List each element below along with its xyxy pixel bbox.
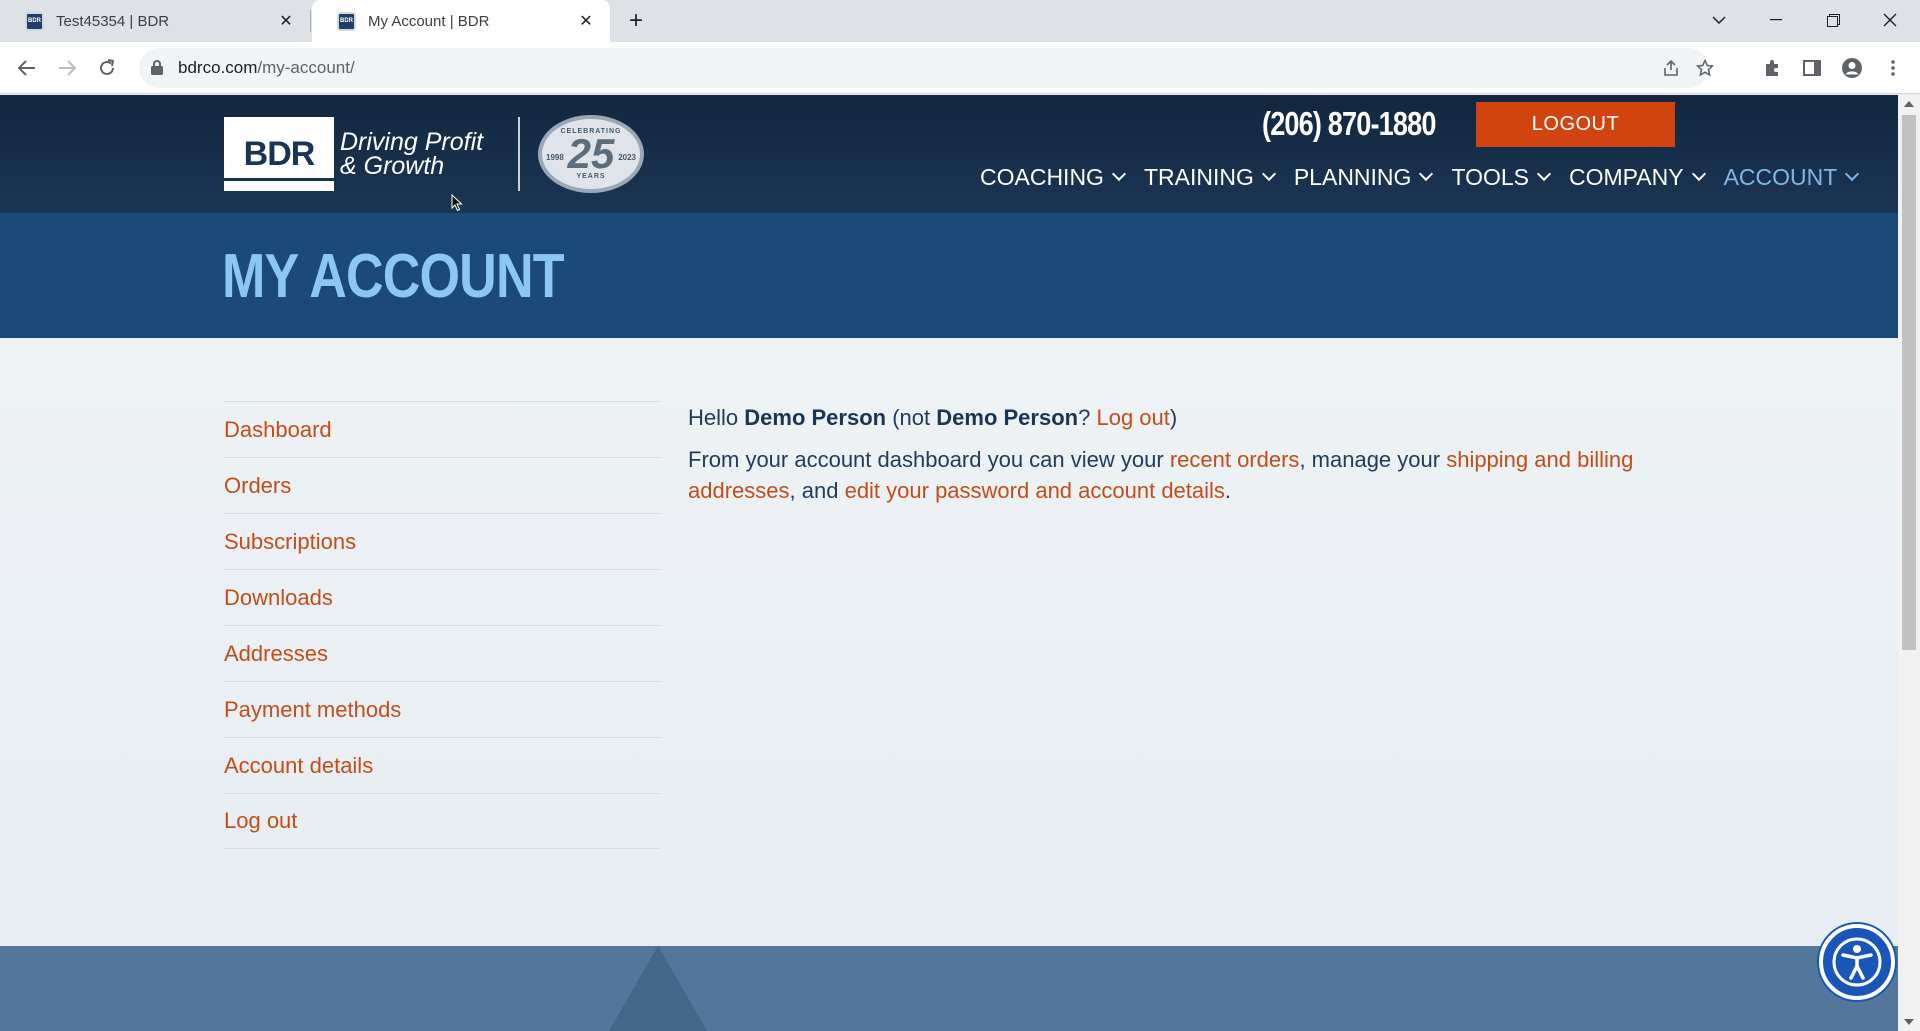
anniversary-seal-icon: CELEBRATING 25 YEARS 1998 2023 [538, 115, 644, 193]
tab-title: My Account | BDR [368, 12, 490, 30]
forward-arrow-icon[interactable] [52, 53, 82, 83]
site-header: BDR Driving Profit & Growth CELEBRATING … [0, 95, 1898, 213]
browser-tab-active[interactable]: BDR My Account | BDR ✕ [312, 0, 610, 42]
minimize-icon[interactable] [1756, 4, 1796, 36]
scroll-up-arrow-icon[interactable] [1904, 101, 1914, 107]
accessibility-widget-button[interactable] [1819, 924, 1895, 1000]
chevron-down-icon [1845, 166, 1860, 182]
scroll-down-arrow-icon[interactable] [1904, 1019, 1914, 1025]
side-panel-icon[interactable] [1799, 55, 1825, 81]
lock-icon[interactable] [151, 60, 163, 75]
nav-coaching[interactable]: COACHING [980, 161, 1127, 193]
chevron-down-icon [1536, 166, 1552, 182]
browser-toolbar: bdrco.com/my-account/ [0, 42, 1920, 94]
browser-tab-bar: BDR Test45354 | BDR ✕ BDR My Account | B… [0, 0, 1920, 42]
reload-icon[interactable] [92, 53, 122, 83]
restore-icon[interactable] [1813, 4, 1853, 36]
account-nav-subscriptions[interactable]: Subscriptions [224, 513, 661, 569]
account-navigation: Dashboard Orders Subscriptions Downloads… [224, 401, 661, 849]
site-footer [0, 946, 1898, 1031]
page-title: MY ACCOUNT [222, 242, 565, 311]
more-menu-icon[interactable] [1880, 55, 1906, 81]
close-icon[interactable]: ✕ [276, 11, 296, 31]
scrollbar-thumb[interactable] [1902, 115, 1916, 650]
main-nav: COACHING TRAINING PLANNING TOOLS COMPANY… [980, 161, 1877, 193]
logo-wordmark: BDR [224, 117, 334, 191]
close-window-icon[interactable] [1870, 4, 1910, 36]
account-nav-downloads[interactable]: Downloads [224, 569, 661, 625]
chevron-down-icon [1419, 166, 1434, 182]
mouse-cursor-icon [451, 194, 463, 212]
account-nav-account-details[interactable]: Account details [224, 737, 661, 793]
nav-tools[interactable]: TOOLS [1451, 161, 1552, 193]
account-content: Dashboard Orders Subscriptions Downloads… [0, 338, 1898, 946]
close-icon[interactable]: ✕ [576, 11, 596, 31]
accessibility-person-icon [1832, 937, 1882, 987]
account-nav-orders[interactable]: Orders [224, 457, 661, 513]
logout-link[interactable]: Log out [1096, 405, 1169, 430]
bdr-favicon-icon: BDR [25, 11, 44, 31]
greeting: Hello Demo Person (not Demo Person? Log … [688, 405, 1178, 430]
account-nav-log-out[interactable]: Log out [224, 793, 661, 849]
page-viewport: BDR Driving Profit & Growth CELEBRATING … [0, 95, 1898, 1031]
page-hero: MY ACCOUNT [0, 213, 1898, 338]
url-text[interactable]: bdrco.com/my-account/ [178, 58, 355, 78]
new-tab-plus-icon[interactable]: + [623, 9, 649, 35]
browser-tab[interactable]: BDR Test45354 | BDR ✕ [0, 0, 310, 42]
nav-account[interactable]: ACCOUNT [1724, 161, 1860, 193]
chevron-down-icon [1111, 166, 1127, 182]
bookmark-star-icon[interactable] [1693, 56, 1717, 80]
tab-search-chevron-icon[interactable] [1699, 4, 1739, 36]
tab-title: Test45354 | BDR [56, 12, 170, 30]
back-arrow-icon[interactable] [12, 53, 42, 83]
bdr-logo[interactable]: BDR Driving Profit & Growth CELEBRATING … [224, 115, 644, 193]
profile-avatar-icon[interactable] [1839, 55, 1865, 81]
account-nav-payment-methods[interactable]: Payment methods [224, 681, 661, 737]
nav-training[interactable]: TRAINING [1144, 161, 1276, 193]
dashboard-intro: From your account dashboard you can view… [688, 447, 1634, 503]
account-nav-dashboard[interactable]: Dashboard [224, 401, 661, 457]
nav-planning[interactable]: PLANNING [1294, 161, 1434, 193]
chevron-down-icon [1261, 166, 1276, 182]
account-details-link[interactable]: edit your password and account details [845, 478, 1225, 503]
nav-company[interactable]: COMPANY [1569, 161, 1706, 193]
extensions-puzzle-icon[interactable] [1759, 55, 1785, 81]
chevron-down-icon [1691, 166, 1706, 182]
user-name: Demo Person [744, 405, 887, 430]
logout-button[interactable]: LOGOUT [1476, 102, 1675, 147]
phone-number[interactable]: (206) 870-1880 [1262, 105, 1436, 143]
account-nav-addresses[interactable]: Addresses [224, 625, 661, 681]
dashboard-message: Hello Demo Person (not Demo Person? Log … [688, 402, 1648, 517]
logo-divider [518, 117, 520, 191]
share-icon[interactable] [1659, 56, 1683, 80]
tab-divider [310, 10, 311, 32]
logo-tagline: Driving Profit & Growth [340, 128, 484, 180]
footer-mountain-graphic [606, 946, 710, 1031]
bdr-favicon-icon: BDR [337, 11, 356, 31]
recent-orders-link[interactable]: recent orders [1170, 447, 1300, 472]
address-bar[interactable]: bdrco.com/my-account/ [139, 48, 1714, 88]
page-scrollbar[interactable] [1898, 95, 1920, 1031]
